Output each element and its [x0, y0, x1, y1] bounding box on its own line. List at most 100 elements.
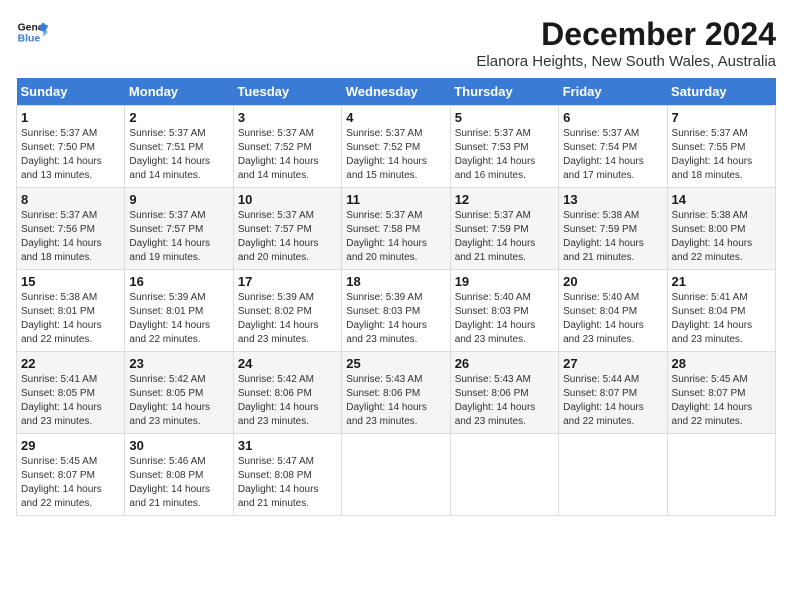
day-number: 7	[672, 110, 771, 125]
day-info: Sunrise: 5:43 AMSunset: 8:06 PMDaylight:…	[346, 373, 445, 429]
calendar-cell: 7 Sunrise: 5:37 AMSunset: 7:55 PMDayligh…	[667, 106, 775, 188]
day-number: 24	[238, 356, 337, 371]
calendar-cell: 30 Sunrise: 5:46 AMSunset: 8:08 PMDaylig…	[125, 434, 233, 516]
day-info: Sunrise: 5:37 AMSunset: 7:51 PMDaylight:…	[129, 127, 228, 183]
calendar-cell: 29 Sunrise: 5:45 AMSunset: 8:07 PMDaylig…	[17, 434, 125, 516]
calendar-cell: 23 Sunrise: 5:42 AMSunset: 8:05 PMDaylig…	[125, 352, 233, 434]
day-info: Sunrise: 5:47 AMSunset: 8:08 PMDaylight:…	[238, 455, 337, 511]
day-info: Sunrise: 5:37 AMSunset: 7:58 PMDaylight:…	[346, 209, 445, 265]
week-row-3: 15 Sunrise: 5:38 AMSunset: 8:01 PMDaylig…	[17, 270, 776, 352]
day-info: Sunrise: 5:45 AMSunset: 8:07 PMDaylight:…	[21, 455, 120, 511]
calendar-cell: 20 Sunrise: 5:40 AMSunset: 8:04 PMDaylig…	[559, 270, 667, 352]
day-number: 30	[129, 438, 228, 453]
main-title: December 2024	[476, 16, 776, 53]
calendar-cell: 28 Sunrise: 5:45 AMSunset: 8:07 PMDaylig…	[667, 352, 775, 434]
day-info: Sunrise: 5:37 AMSunset: 7:52 PMDaylight:…	[238, 127, 337, 183]
weekday-header-saturday: Saturday	[667, 78, 775, 106]
day-info: Sunrise: 5:38 AMSunset: 7:59 PMDaylight:…	[563, 209, 662, 265]
day-info: Sunrise: 5:37 AMSunset: 7:52 PMDaylight:…	[346, 127, 445, 183]
weekday-header-friday: Friday	[559, 78, 667, 106]
calendar-cell: 19 Sunrise: 5:40 AMSunset: 8:03 PMDaylig…	[450, 270, 558, 352]
day-info: Sunrise: 5:40 AMSunset: 8:04 PMDaylight:…	[563, 291, 662, 347]
day-info: Sunrise: 5:41 AMSunset: 8:04 PMDaylight:…	[672, 291, 771, 347]
weekday-header-thursday: Thursday	[450, 78, 558, 106]
day-info: Sunrise: 5:37 AMSunset: 7:57 PMDaylight:…	[129, 209, 228, 265]
calendar-cell	[342, 434, 450, 516]
day-number: 11	[346, 192, 445, 207]
day-info: Sunrise: 5:42 AMSunset: 8:06 PMDaylight:…	[238, 373, 337, 429]
calendar-cell: 15 Sunrise: 5:38 AMSunset: 8:01 PMDaylig…	[17, 270, 125, 352]
day-info: Sunrise: 5:40 AMSunset: 8:03 PMDaylight:…	[455, 291, 554, 347]
week-row-1: 1 Sunrise: 5:37 AMSunset: 7:50 PMDayligh…	[17, 106, 776, 188]
day-info: Sunrise: 5:37 AMSunset: 7:56 PMDaylight:…	[21, 209, 120, 265]
calendar-cell: 17 Sunrise: 5:39 AMSunset: 8:02 PMDaylig…	[233, 270, 341, 352]
calendar-cell	[667, 434, 775, 516]
weekday-header-row: SundayMondayTuesdayWednesdayThursdayFrid…	[17, 78, 776, 106]
calendar-cell: 5 Sunrise: 5:37 AMSunset: 7:53 PMDayligh…	[450, 106, 558, 188]
day-info: Sunrise: 5:37 AMSunset: 7:55 PMDaylight:…	[672, 127, 771, 183]
day-number: 4	[346, 110, 445, 125]
day-info: Sunrise: 5:43 AMSunset: 8:06 PMDaylight:…	[455, 373, 554, 429]
calendar-cell: 31 Sunrise: 5:47 AMSunset: 8:08 PMDaylig…	[233, 434, 341, 516]
day-info: Sunrise: 5:37 AMSunset: 7:54 PMDaylight:…	[563, 127, 662, 183]
day-info: Sunrise: 5:37 AMSunset: 7:57 PMDaylight:…	[238, 209, 337, 265]
day-number: 6	[563, 110, 662, 125]
calendar-cell: 4 Sunrise: 5:37 AMSunset: 7:52 PMDayligh…	[342, 106, 450, 188]
title-area: December 2024 Elanora Heights, New South…	[476, 16, 776, 70]
day-number: 23	[129, 356, 228, 371]
calendar-cell: 24 Sunrise: 5:42 AMSunset: 8:06 PMDaylig…	[233, 352, 341, 434]
day-number: 26	[455, 356, 554, 371]
day-number: 9	[129, 192, 228, 207]
day-number: 17	[238, 274, 337, 289]
day-info: Sunrise: 5:46 AMSunset: 8:08 PMDaylight:…	[129, 455, 228, 511]
day-number: 28	[672, 356, 771, 371]
logo: General Blue	[16, 16, 48, 48]
calendar-cell: 22 Sunrise: 5:41 AMSunset: 8:05 PMDaylig…	[17, 352, 125, 434]
day-number: 3	[238, 110, 337, 125]
calendar-cell: 6 Sunrise: 5:37 AMSunset: 7:54 PMDayligh…	[559, 106, 667, 188]
day-number: 2	[129, 110, 228, 125]
day-number: 15	[21, 274, 120, 289]
weekday-header-monday: Monday	[125, 78, 233, 106]
day-number: 10	[238, 192, 337, 207]
calendar-cell: 21 Sunrise: 5:41 AMSunset: 8:04 PMDaylig…	[667, 270, 775, 352]
calendar-cell: 16 Sunrise: 5:39 AMSunset: 8:01 PMDaylig…	[125, 270, 233, 352]
day-info: Sunrise: 5:38 AMSunset: 8:00 PMDaylight:…	[672, 209, 771, 265]
day-info: Sunrise: 5:44 AMSunset: 8:07 PMDaylight:…	[563, 373, 662, 429]
calendar-cell: 14 Sunrise: 5:38 AMSunset: 8:00 PMDaylig…	[667, 188, 775, 270]
day-number: 29	[21, 438, 120, 453]
week-row-4: 22 Sunrise: 5:41 AMSunset: 8:05 PMDaylig…	[17, 352, 776, 434]
day-info: Sunrise: 5:41 AMSunset: 8:05 PMDaylight:…	[21, 373, 120, 429]
weekday-header-wednesday: Wednesday	[342, 78, 450, 106]
calendar-cell: 25 Sunrise: 5:43 AMSunset: 8:06 PMDaylig…	[342, 352, 450, 434]
weekday-header-tuesday: Tuesday	[233, 78, 341, 106]
calendar-cell: 18 Sunrise: 5:39 AMSunset: 8:03 PMDaylig…	[342, 270, 450, 352]
header: General Blue December 2024 Elanora Heigh…	[16, 16, 776, 70]
calendar-cell: 10 Sunrise: 5:37 AMSunset: 7:57 PMDaylig…	[233, 188, 341, 270]
day-number: 13	[563, 192, 662, 207]
day-number: 16	[129, 274, 228, 289]
week-row-2: 8 Sunrise: 5:37 AMSunset: 7:56 PMDayligh…	[17, 188, 776, 270]
day-number: 8	[21, 192, 120, 207]
calendar-cell: 1 Sunrise: 5:37 AMSunset: 7:50 PMDayligh…	[17, 106, 125, 188]
day-info: Sunrise: 5:37 AMSunset: 7:50 PMDaylight:…	[21, 127, 120, 183]
calendar-cell: 13 Sunrise: 5:38 AMSunset: 7:59 PMDaylig…	[559, 188, 667, 270]
day-number: 21	[672, 274, 771, 289]
week-row-5: 29 Sunrise: 5:45 AMSunset: 8:07 PMDaylig…	[17, 434, 776, 516]
day-info: Sunrise: 5:45 AMSunset: 8:07 PMDaylight:…	[672, 373, 771, 429]
day-info: Sunrise: 5:39 AMSunset: 8:03 PMDaylight:…	[346, 291, 445, 347]
calendar-cell: 12 Sunrise: 5:37 AMSunset: 7:59 PMDaylig…	[450, 188, 558, 270]
day-info: Sunrise: 5:39 AMSunset: 8:02 PMDaylight:…	[238, 291, 337, 347]
calendar-cell	[559, 434, 667, 516]
calendar-cell: 8 Sunrise: 5:37 AMSunset: 7:56 PMDayligh…	[17, 188, 125, 270]
day-info: Sunrise: 5:38 AMSunset: 8:01 PMDaylight:…	[21, 291, 120, 347]
day-number: 14	[672, 192, 771, 207]
weekday-header-sunday: Sunday	[17, 78, 125, 106]
day-number: 27	[563, 356, 662, 371]
day-info: Sunrise: 5:37 AMSunset: 7:53 PMDaylight:…	[455, 127, 554, 183]
day-number: 20	[563, 274, 662, 289]
calendar-table: SundayMondayTuesdayWednesdayThursdayFrid…	[16, 78, 776, 516]
svg-text:Blue: Blue	[18, 34, 41, 45]
day-number: 5	[455, 110, 554, 125]
day-info: Sunrise: 5:39 AMSunset: 8:01 PMDaylight:…	[129, 291, 228, 347]
